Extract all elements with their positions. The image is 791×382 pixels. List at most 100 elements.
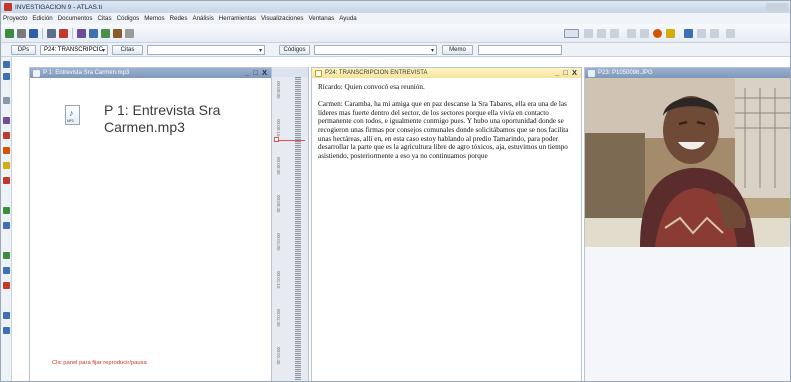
menu-visualizaciones[interactable]: Visualizaciones: [261, 15, 304, 22]
title-bar: INVESTIGACION 9 - ATLAS.ti: [1, 1, 790, 13]
window-title: INVESTIGACION 9 - ATLAS.ti: [15, 3, 102, 11]
citas-button[interactable]: Citas: [112, 45, 143, 55]
edit-icon[interactable]: [3, 222, 10, 229]
document-selector-value: P24: TRANSCRIPCIC: [44, 47, 103, 53]
superscript-icon[interactable]: [640, 29, 649, 38]
main-toolbar: [1, 24, 790, 43]
image-doc-icon: [588, 69, 595, 77]
code-list-icon[interactable]: [3, 97, 10, 104]
text-doc-icon: [315, 69, 322, 77]
list-icon[interactable]: [726, 29, 735, 38]
music-note-icon: ♪: [69, 108, 74, 118]
codigos-button[interactable]: Códigos: [279, 45, 310, 55]
quick-code-icon[interactable]: [3, 147, 10, 154]
menu-ventanas[interactable]: Ventanas: [308, 15, 334, 22]
codes-icon[interactable]: [77, 29, 86, 38]
color-circle-icon[interactable]: [653, 29, 662, 38]
ruler-header: [272, 67, 308, 77]
transcript-line-ricardo: Ricardo: Quien convocó esa reunión.: [318, 83, 425, 91]
memo-icon[interactable]: [3, 207, 10, 214]
audio-timeline-ruler[interactable]: 00:00:00 00:00:15 00:00:30 00:00:45 00:0…: [272, 67, 309, 381]
menu-edicion[interactable]: Edición: [32, 15, 52, 22]
menu-ayuda[interactable]: Ayuda: [339, 15, 356, 22]
photo-woman-laughing: [585, 78, 790, 247]
unlink-icon[interactable]: [3, 177, 10, 184]
new-project-icon[interactable]: [5, 29, 14, 38]
menu-redes[interactable]: Redes: [170, 15, 188, 22]
time-tick: 00:01:30: [276, 309, 281, 327]
align-center-icon[interactable]: [697, 29, 706, 38]
pds-button[interactable]: DPs: [11, 45, 36, 55]
audio-pane-title: P 1: Entrevista Sra Carmen.mp3: [43, 70, 130, 76]
quotation-selector[interactable]: ▾: [147, 45, 265, 55]
menu-documentos[interactable]: Documentos: [58, 15, 93, 22]
bold-icon[interactable]: [584, 29, 593, 38]
photo-illustration: [585, 78, 790, 247]
select-icon[interactable]: [3, 73, 10, 80]
highlight-icon[interactable]: [666, 29, 675, 38]
font-color-icon[interactable]: [564, 29, 579, 38]
menu-codigos[interactable]: Códigos: [117, 15, 140, 22]
memos-icon[interactable]: [89, 29, 98, 38]
time-tick: 00:00:30: [276, 157, 281, 175]
search-icon[interactable]: [3, 312, 10, 319]
query-icon[interactable]: [113, 29, 122, 38]
chevron-down-icon: ▾: [101, 48, 105, 54]
menu-proyecto[interactable]: Proyecto: [3, 15, 27, 22]
network-icon[interactable]: [101, 29, 110, 38]
align-left-icon[interactable]: [684, 29, 693, 38]
app-icon: [4, 3, 12, 11]
search-next-icon[interactable]: [3, 327, 10, 334]
tools-icon[interactable]: [125, 29, 134, 38]
transcript-paragraph-carmen: Carmen: Caramba, ha mi amiga que en paz …: [318, 100, 569, 160]
save-icon[interactable]: [29, 29, 38, 38]
mp3-label: MP3: [67, 119, 74, 123]
code-in-vivo-icon[interactable]: [3, 132, 10, 139]
zoom-icon[interactable]: [3, 61, 10, 68]
menu-herramientas[interactable]: Herramientas: [219, 15, 256, 22]
margin-toolbar: [1, 57, 12, 381]
toolbar-separator: [42, 28, 43, 39]
transcript-pane[interactable]: P24: TRANSCRIPCION ENTREVISTA _ □ X Rica…: [311, 67, 582, 381]
transcript-pane-title: P24: TRANSCRIPCION ENTREVISTA: [325, 70, 428, 76]
playback-hint: Clic panel para fijar reproducir/pausa: [52, 360, 147, 366]
document-selector[interactable]: P24: TRANSCRIPCIC ▾: [40, 45, 108, 55]
link-icon[interactable]: [3, 267, 10, 274]
memo-button[interactable]: Memo: [442, 45, 473, 55]
quotations-icon[interactable]: [59, 29, 68, 38]
time-tick: 00:00:45: [276, 195, 281, 213]
align-right-icon[interactable]: [710, 29, 719, 38]
image-document-pane[interactable]: P23: P1050098.JPG: [584, 67, 790, 381]
menu-bar: Proyecto Edición Documentos Citas Código…: [1, 13, 790, 24]
menu-analisis[interactable]: Análisis: [192, 15, 213, 22]
time-tick: 00:00:00: [276, 81, 281, 99]
menu-memos[interactable]: Memos: [144, 15, 164, 22]
playhead-handle[interactable]: [274, 137, 279, 142]
code-selector[interactable]: ▾: [314, 45, 437, 55]
audio-doc-icon: [33, 69, 40, 77]
open-coding-icon[interactable]: [3, 117, 10, 124]
image-pane-title: P23: P1050098.JPG: [598, 70, 653, 76]
italic-icon[interactable]: [597, 29, 606, 38]
audio-document-pane[interactable]: P 1: Entrevista Sra Carmen.mp3 _ □ X ♪ M…: [29, 67, 272, 381]
chevron-down-icon: ▾: [258, 48, 262, 54]
network-view-icon[interactable]: [3, 252, 10, 259]
underline-icon[interactable]: [610, 29, 619, 38]
remove-icon[interactable]: [3, 282, 10, 289]
memo-selector[interactable]: [478, 45, 562, 55]
open-icon[interactable]: [17, 29, 26, 38]
atlas-window: INVESTIGACION 9 - ATLAS.ti Proyecto Edic…: [0, 0, 791, 382]
subscript-icon[interactable]: [627, 29, 636, 38]
code-by-list-icon[interactable]: [3, 162, 10, 169]
transcript-pane-controls[interactable]: _ □ X: [555, 68, 578, 77]
mp3-file-icon: ♪ MP3: [65, 105, 80, 125]
audio-document-title: P 1: Entrevista Sra Carmen.mp3: [104, 102, 221, 135]
audio-waveform[interactable]: [295, 77, 301, 381]
image-pane-header: P23: P1050098.JPG: [585, 68, 790, 78]
menu-citas[interactable]: Citas: [97, 15, 111, 22]
documents-icon[interactable]: [47, 29, 56, 38]
transcript-text[interactable]: Ricardo: Quien convocó esa reunión. Carm…: [318, 83, 580, 169]
audio-pane-controls[interactable]: _ □ X: [245, 68, 268, 77]
transcript-pane-header: P24: TRANSCRIPCION ENTREVISTA _ □ X: [312, 68, 581, 78]
window-controls[interactable]: [766, 3, 788, 11]
